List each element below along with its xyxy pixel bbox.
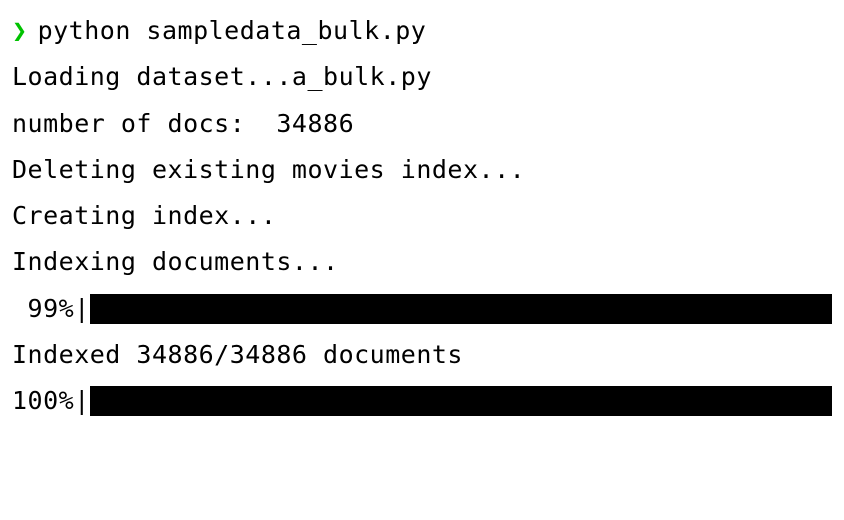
output-line-indexing: Indexing documents... <box>12 239 832 285</box>
terminal-prompt-line: ❯ python sampledata_bulk.py <box>12 8 832 54</box>
command-text: python sampledata_bulk.py <box>38 8 427 54</box>
progress-bar-fill-1 <box>90 294 832 324</box>
output-line-loading: Loading dataset...a_bulk.py <box>12 54 832 100</box>
output-line-docs-count: number of docs: 34886 <box>12 101 832 147</box>
progress-percent-2: 100%| <box>12 378 90 424</box>
output-line-deleting: Deleting existing movies index... <box>12 147 832 193</box>
progress-bar-1: 99%| <box>12 286 832 332</box>
progress-percent-1: 99%| <box>12 286 90 332</box>
progress-bar-fill-2 <box>90 386 832 416</box>
prompt-symbol: ❯ <box>12 8 28 54</box>
progress-bar-2: 100%| <box>12 378 832 424</box>
output-line-indexed-summary: Indexed 34886/34886 documents <box>12 332 832 378</box>
output-line-creating: Creating index... <box>12 193 832 239</box>
